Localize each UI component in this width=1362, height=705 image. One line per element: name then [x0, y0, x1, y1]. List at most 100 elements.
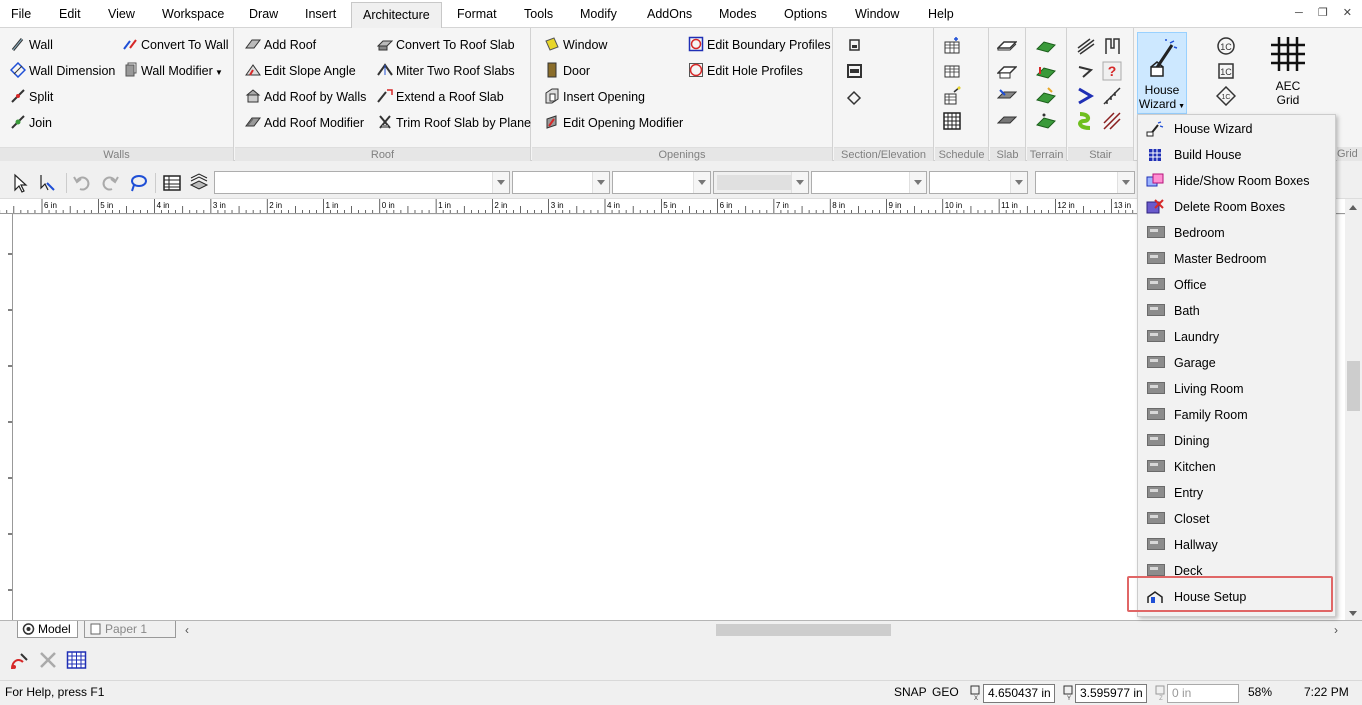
- chevron-down-icon[interactable]: [592, 172, 609, 193]
- menu-addons[interactable]: AddOns: [647, 7, 692, 21]
- vertical-scroll-thumb[interactable]: [1347, 361, 1360, 411]
- menu-draw[interactable]: Draw: [249, 7, 278, 21]
- add-roof-button[interactable]: Add Roof: [245, 34, 316, 56]
- command-table-icon[interactable]: [66, 650, 87, 670]
- line-weight-combo[interactable]: [713, 171, 809, 194]
- door-button[interactable]: Door: [544, 60, 590, 82]
- select-arrow-icon[interactable]: [10, 173, 30, 193]
- join-button[interactable]: Join: [10, 112, 52, 134]
- slab-add-icon[interactable]: [997, 61, 1017, 81]
- menu-item-build-house[interactable]: Build House: [1139, 142, 1335, 168]
- miter-two-roof-slabs-button[interactable]: Miter Two Roof Slabs: [377, 60, 515, 82]
- stair-icon[interactable]: [1076, 36, 1096, 56]
- add-roof-by-walls-button[interactable]: Add Roof by Walls: [245, 86, 366, 108]
- menu-item-house-setup[interactable]: House Setup: [1139, 584, 1335, 610]
- edit-boundary-profiles-button[interactable]: Edit Boundary Profiles: [688, 34, 831, 56]
- menu-item-hallway[interactable]: Hallway: [1139, 532, 1335, 558]
- menu-format[interactable]: Format: [457, 7, 497, 21]
- menu-item-bath[interactable]: Bath: [1139, 298, 1335, 324]
- convert-to-wall-button[interactable]: Convert To Wall: [122, 34, 229, 56]
- menu-modes[interactable]: Modes: [719, 7, 757, 21]
- stair-railing-icon[interactable]: [1102, 86, 1122, 106]
- terrain-contour-icon[interactable]: [1036, 61, 1056, 81]
- layers-icon[interactable]: [189, 173, 209, 193]
- wall-modifier-button[interactable]: Wall Modifier ▼: [122, 60, 223, 82]
- menu-item-office[interactable]: Office: [1139, 272, 1335, 298]
- schedule-edit-icon[interactable]: [942, 61, 962, 81]
- menu-item-family-room[interactable]: Family Room: [1139, 402, 1335, 428]
- menu-insert[interactable]: Insert: [305, 7, 336, 21]
- menu-item-master-bedroom[interactable]: Master Bedroom: [1139, 246, 1335, 272]
- menu-item-closet[interactable]: Closet: [1139, 506, 1335, 532]
- chevron-down-icon[interactable]: [693, 172, 710, 193]
- split-button[interactable]: Split: [10, 86, 53, 108]
- slab-icon[interactable]: [997, 36, 1017, 56]
- terrain-points-icon[interactable]: [1036, 111, 1056, 131]
- redo-icon[interactable]: [100, 173, 120, 193]
- lasso-icon[interactable]: [128, 173, 148, 193]
- menu-tools[interactable]: Tools: [524, 7, 553, 21]
- aec-grid-button[interactable]: AEC Grid: [1262, 36, 1314, 107]
- selection-info-icon[interactable]: [162, 173, 182, 193]
- extend-roof-slab-button[interactable]: Extend a Roof Slab: [377, 86, 504, 108]
- schedule-add-icon[interactable]: [942, 36, 962, 56]
- line-scale-combo[interactable]: [811, 171, 927, 194]
- terrain-modify-icon[interactable]: [1036, 86, 1056, 106]
- tab-model[interactable]: Model: [17, 621, 78, 638]
- menu-item-kitchen[interactable]: Kitchen: [1139, 454, 1335, 480]
- window-button[interactable]: Window: [544, 34, 607, 56]
- edit-opening-modifier-button[interactable]: Edit Opening Modifier: [544, 112, 683, 134]
- schedule-table-icon[interactable]: [942, 111, 962, 131]
- wall-button[interactable]: Wall: [10, 34, 53, 56]
- chevron-down-icon[interactable]: [909, 172, 926, 193]
- schedule-wizard-icon[interactable]: [942, 86, 962, 106]
- elevation-icon[interactable]: [844, 61, 864, 81]
- menu-item-deck[interactable]: Deck: [1139, 558, 1335, 584]
- stair-u-icon[interactable]: [1102, 36, 1122, 56]
- vertical-scrollbar[interactable]: [1345, 199, 1362, 622]
- room-label-icon[interactable]: 1C: [1216, 61, 1236, 81]
- x-coordinate-field[interactable]: 4.650437 in: [983, 684, 1055, 703]
- section-line-icon[interactable]: [844, 86, 864, 106]
- wall-dimension-button[interactable]: Wall Dimension: [10, 60, 115, 82]
- layer-combo[interactable]: [214, 171, 510, 194]
- stair-spiral-icon[interactable]: [1076, 111, 1096, 131]
- house-setup-small-icon[interactable]: 1C: [1216, 36, 1236, 56]
- y-coordinate-field[interactable]: 3.595977 in: [1075, 684, 1147, 703]
- room-tag-icon[interactable]: 1C: [1216, 86, 1236, 106]
- menu-item-dining[interactable]: Dining: [1139, 428, 1335, 454]
- trim-roof-slab-by-plane-button[interactable]: Trim Roof Slab by Plane: [377, 112, 531, 134]
- edit-slope-angle-button[interactable]: Edit Slope Angle: [245, 60, 356, 82]
- menu-modify[interactable]: Modify: [580, 7, 617, 21]
- color-combo[interactable]: [512, 171, 610, 194]
- menu-item-living-room[interactable]: Living Room: [1139, 376, 1335, 402]
- pen-combo[interactable]: [929, 171, 1028, 194]
- insert-opening-button[interactable]: Insert Opening: [544, 86, 645, 108]
- menu-view[interactable]: View: [108, 7, 135, 21]
- geo-toggle[interactable]: GEO: [932, 685, 959, 699]
- add-roof-modifier-button[interactable]: Add Roof Modifier: [245, 112, 364, 134]
- terrain-icon[interactable]: [1036, 36, 1056, 56]
- railing-icon[interactable]: [1102, 111, 1122, 131]
- cancel-command-icon[interactable]: [38, 650, 58, 670]
- horizontal-scroll-thumb[interactable]: [716, 624, 891, 636]
- style-combo[interactable]: [1035, 171, 1135, 194]
- slab-modify-icon[interactable]: [997, 86, 1017, 106]
- undo-icon[interactable]: [72, 173, 92, 193]
- stair-landing-icon[interactable]: [1076, 61, 1096, 81]
- menu-item-delete-room-boxes[interactable]: Delete Room Boxes: [1139, 194, 1335, 220]
- chevron-down-icon[interactable]: [1117, 172, 1134, 193]
- convert-to-roof-slab-button[interactable]: Convert To Roof Slab: [377, 34, 515, 56]
- scroll-left-icon[interactable]: ‹: [185, 624, 189, 636]
- menu-item-laundry[interactable]: Laundry: [1139, 324, 1335, 350]
- menu-item-bedroom[interactable]: Bedroom: [1139, 220, 1335, 246]
- menu-item-house-wizard[interactable]: House Wizard: [1139, 116, 1335, 142]
- menu-file[interactable]: File: [11, 7, 31, 21]
- edit-hole-profiles-button[interactable]: Edit Hole Profiles: [688, 60, 803, 82]
- menu-window[interactable]: Window: [855, 7, 899, 21]
- scroll-right-icon[interactable]: ›: [1334, 624, 1338, 636]
- snap-toggle[interactable]: SNAP: [894, 685, 927, 699]
- menu-workspace[interactable]: Workspace: [162, 7, 224, 21]
- menu-item-garage[interactable]: Garage: [1139, 350, 1335, 376]
- scroll-up-icon[interactable]: [1349, 205, 1357, 210]
